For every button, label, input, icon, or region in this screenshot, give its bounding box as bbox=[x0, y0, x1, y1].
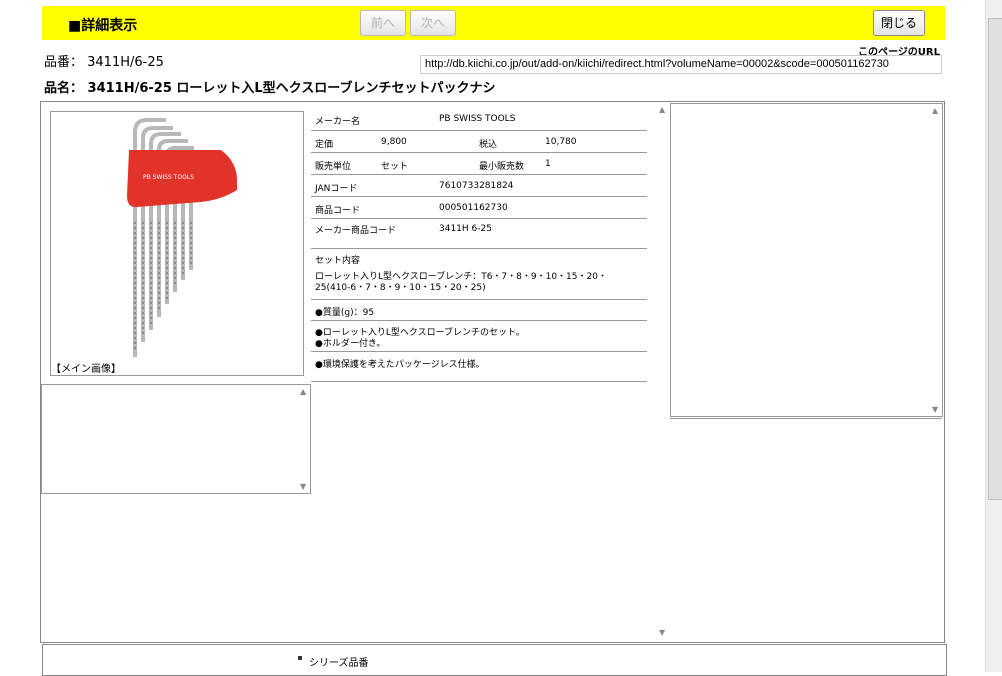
right-info-box: ▲ ▼ bbox=[670, 103, 943, 417]
price-label: 定価 bbox=[315, 140, 334, 150]
unit-label: 販売単位 bbox=[315, 162, 352, 172]
right-box-scrollbar[interactable]: ▲ ▼ bbox=[930, 104, 942, 416]
thumbnail-area: ▲ ▼ bbox=[41, 384, 311, 494]
main-image: PB SWISS TOOLS 【メイン画像】 bbox=[50, 111, 304, 376]
jan-value: 7610733281824 bbox=[439, 181, 514, 191]
right-lower-area bbox=[670, 418, 942, 641]
feature-3: ●環境保護を考えたパッケージレス仕様。 bbox=[315, 360, 485, 370]
scroll-down-icon[interactable]: ▼ bbox=[659, 628, 665, 637]
scroll-up-icon[interactable]: ▲ bbox=[932, 106, 938, 115]
page-scroll-thumb[interactable] bbox=[988, 18, 1002, 500]
weight: ●質量(g)：95 bbox=[315, 308, 375, 318]
scroll-down-icon[interactable]: ▼ bbox=[932, 405, 938, 414]
feature-2: ●ホルダー付き。 bbox=[315, 339, 386, 349]
tax-value: 10,780 bbox=[545, 137, 577, 147]
close-button[interactable]: 閉じる bbox=[873, 10, 925, 36]
spec-table: メーカー名 PB SWISS TOOLS 定価 9,800 税込 10,780 販売単位… bbox=[311, 109, 647, 382]
code-value: 000501162730 bbox=[439, 203, 508, 213]
product-name: 品名： 3411H/6-25 ローレット入L型ヘクスローブレンチセットパックナシ bbox=[44, 81, 496, 96]
url-field[interactable]: http://db.kiichi.co.jp/out/add-on/kiichi… bbox=[420, 55, 942, 74]
jan-label: JANコード bbox=[315, 184, 358, 194]
min-label: 最小販売数 bbox=[479, 162, 525, 172]
maker-code-value: 3411H 6-25 bbox=[439, 224, 492, 234]
main-image-caption: 【メイン画像】 bbox=[51, 364, 121, 375]
set-value: ローレット入りL型ヘクスローブレンチ：T6・7・8・9・10・15・20・25(… bbox=[315, 272, 607, 293]
min-value: 1 bbox=[545, 159, 551, 169]
price-value: 9,800 bbox=[381, 137, 407, 147]
prev-button[interactable]: 前へ bbox=[360, 10, 406, 36]
brand-label: PB SWISS TOOLS bbox=[143, 174, 194, 181]
maker-value: PB SWISS TOOLS bbox=[439, 114, 516, 124]
maker-code-label: メーカー商品コード bbox=[315, 226, 397, 236]
scroll-up-icon[interactable]: ▲ bbox=[300, 387, 306, 396]
next-button[interactable]: 次へ bbox=[410, 10, 456, 36]
hex-key-set-image: PB SWISS TOOLS bbox=[127, 118, 237, 357]
bullet-icon bbox=[298, 656, 302, 660]
maker-label: メーカー名 bbox=[315, 117, 361, 127]
code-label: 商品コード bbox=[315, 206, 361, 216]
product-number: 品番： 3411H/6-25 bbox=[44, 55, 164, 70]
header-bar: ■詳細表示 前へ 次へ 閉じる bbox=[42, 6, 945, 40]
set-label: セット内容 bbox=[315, 256, 361, 266]
series-label: シリーズ品番 bbox=[309, 658, 369, 669]
spec-scrollbar[interactable]: ▲ ▼ bbox=[657, 103, 669, 639]
series-section: シリーズ品番 bbox=[42, 644, 947, 676]
tax-label: 税込 bbox=[479, 140, 498, 150]
unit-value: セット bbox=[381, 162, 409, 172]
page-title: ■詳細表示 bbox=[68, 18, 138, 34]
page-scrollbar[interactable] bbox=[985, 0, 1002, 672]
scroll-up-icon[interactable]: ▲ bbox=[659, 105, 665, 114]
thumbnail-scrollbar[interactable]: ▲ ▼ bbox=[298, 385, 310, 493]
scroll-down-icon[interactable]: ▼ bbox=[300, 482, 306, 491]
